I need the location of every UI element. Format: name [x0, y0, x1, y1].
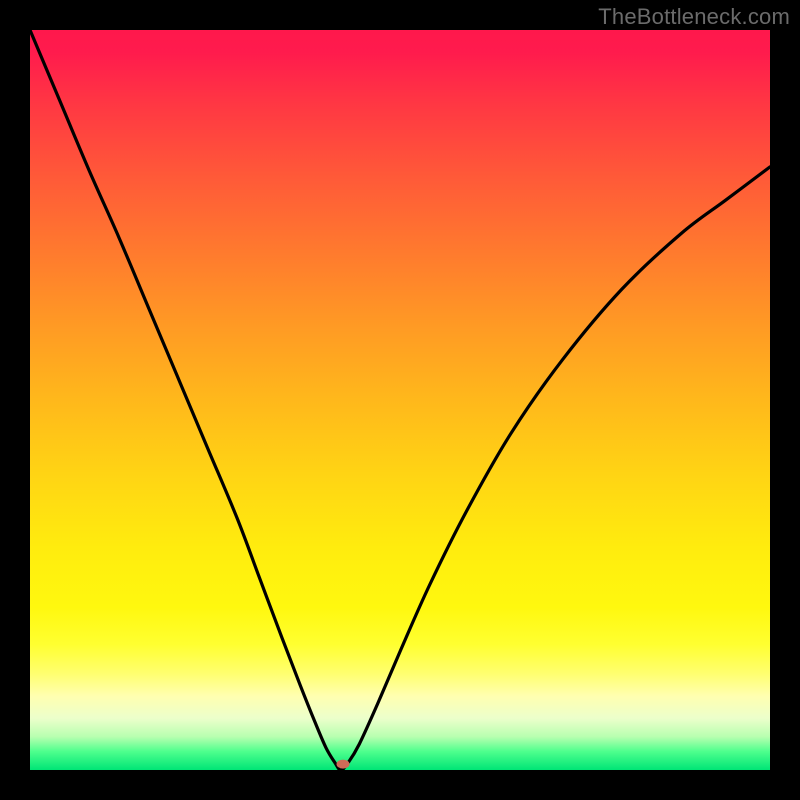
bottleneck-chart	[30, 30, 770, 770]
gradient-background	[30, 30, 770, 770]
chart-frame: TheBottleneck.com	[0, 0, 800, 800]
optimum-marker	[337, 760, 350, 769]
plot-area	[30, 30, 770, 770]
attribution-text: TheBottleneck.com	[598, 4, 790, 30]
